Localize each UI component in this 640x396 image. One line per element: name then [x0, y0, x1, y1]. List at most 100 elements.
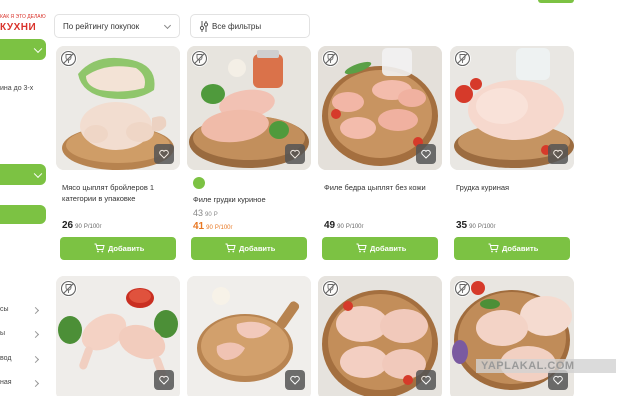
sidebar-item-label: сы: [0, 306, 9, 313]
brand-logo[interactable]: КАК Я ЭТО ДЕЛАЮ КУХНИ: [0, 6, 46, 33]
sidebar-action-button[interactable]: [0, 205, 46, 224]
heart-icon: [553, 375, 563, 385]
cart-icon: [225, 243, 236, 253]
price-unit: Р/100г: [214, 225, 233, 231]
add-to-cart-button[interactable]: Добавить: [454, 237, 570, 260]
sidebar-item-2[interactable]: ы: [0, 329, 42, 341]
heart-icon: [290, 375, 300, 385]
product-image[interactable]: [318, 276, 442, 396]
add-to-cart-button[interactable]: Добавить: [60, 237, 176, 260]
favorite-button[interactable]: [154, 144, 174, 164]
sidebar-item-4[interactable]: ная: [0, 378, 42, 390]
brand-tagline: КАК Я ЭТО ДЕЛАЮ: [0, 14, 46, 20]
heart-icon: [290, 149, 300, 159]
add-to-cart-label: Добавить: [502, 244, 539, 253]
sidebar-category-button-1[interactable]: [0, 39, 46, 60]
add-to-cart-label: Добавить: [370, 244, 407, 253]
product-image[interactable]: [56, 46, 180, 170]
sidebar-item-label: ная: [0, 379, 12, 386]
brand-name: КУХНИ: [0, 22, 37, 33]
product-image[interactable]: [318, 46, 442, 170]
no-alcohol-icon: [191, 50, 208, 67]
product-card[interactable]: Мясо цыплят бройлеров 1 категории в упак…: [56, 46, 180, 266]
product-image[interactable]: [450, 276, 574, 396]
price-integer: 26: [62, 220, 74, 231]
no-alcohol-icon: [454, 280, 471, 297]
sidebar-item-1[interactable]: сы: [0, 305, 42, 317]
sidebar-item-3[interactable]: вод: [0, 354, 42, 366]
promo-leaf-badge: [193, 177, 205, 189]
product-title[interactable]: Грудка куриная: [456, 182, 571, 193]
chevron-right-icon: [31, 306, 40, 315]
favorite-button[interactable]: [416, 370, 436, 390]
cart-icon: [94, 243, 105, 253]
favorite-button[interactable]: [548, 370, 568, 390]
price-integer: 49: [324, 220, 336, 231]
chevron-right-icon: [31, 379, 40, 388]
product-price: 35 90 Р/100г: [456, 220, 496, 231]
price-unit: Р/100г: [477, 224, 496, 230]
promo-price: 41 90 Р/100г: [193, 221, 233, 232]
product-title[interactable]: Филе бедра цыплят без кожи: [324, 182, 439, 193]
product-card[interactable]: Филе грудки куриное 43 90 Р 41 90 Р/100г Доб…: [187, 46, 311, 266]
favorite-button[interactable]: [285, 370, 305, 390]
filter-sliders-icon: [199, 21, 209, 32]
all-filters-button[interactable]: Все фильтры: [190, 14, 310, 38]
product-image[interactable]: [187, 276, 311, 396]
sort-select-value: По рейтингу покупок: [63, 22, 140, 31]
sidebar-item-label: ы: [0, 330, 6, 337]
sidebar-category-button-2[interactable]: [0, 164, 46, 185]
heart-icon: [159, 149, 169, 159]
price-fraction: 90: [337, 224, 344, 230]
sidebar-delivery-text: ина до 3-х: [0, 85, 34, 92]
product-title[interactable]: Филе грудки куриное: [193, 194, 308, 205]
product-title[interactable]: Мясо цыплят бройлеров 1 категории в упак…: [62, 182, 177, 204]
no-alcohol-icon: [322, 280, 339, 297]
old-price-unit: Р: [213, 212, 218, 218]
top-accent-tab[interactable]: [538, 0, 574, 3]
cart-icon: [488, 243, 499, 253]
price-fraction: 90: [206, 225, 213, 231]
no-alcohol-icon: [454, 50, 471, 67]
heart-icon: [421, 375, 431, 385]
product-card[interactable]: [56, 276, 180, 396]
product-card[interactable]: Филе бедра цыплят без кожи 49 90 Р/100г До…: [318, 46, 442, 266]
heart-icon: [553, 149, 563, 159]
sidebar: КАК Я ЭТО ДЕЛАЮ КУХНИ ина до 3-х сы ы во…: [0, 0, 48, 396]
all-filters-label: Все фильтры: [212, 22, 262, 31]
old-price: 43 90 Р: [193, 208, 218, 218]
cart-icon: [356, 243, 367, 253]
product-card[interactable]: [187, 276, 311, 396]
sort-select[interactable]: По рейтингу покупок: [54, 14, 180, 38]
price-fraction: 90: [75, 224, 82, 230]
favorite-button[interactable]: [154, 370, 174, 390]
old-price-integer: 43: [193, 208, 204, 218]
price-integer: 35: [456, 220, 468, 231]
sidebar-item-label: вод: [0, 355, 12, 362]
chevron-right-icon: [31, 355, 40, 364]
heart-icon: [421, 149, 431, 159]
product-card[interactable]: [450, 276, 574, 396]
watermark: YAPLAKAL.COM: [476, 359, 616, 373]
favorite-button[interactable]: [285, 144, 305, 164]
product-card[interactable]: [318, 276, 442, 396]
chevron-down-icon: [33, 44, 43, 53]
product-price: 49 90 Р/100г: [324, 220, 364, 231]
price-fraction: 90: [469, 224, 476, 230]
add-to-cart-label: Добавить: [239, 244, 276, 253]
product-card[interactable]: Грудка куриная 35 90 Р/100г Добавить: [450, 46, 574, 266]
add-to-cart-button[interactable]: Добавить: [191, 237, 307, 260]
no-alcohol-icon: [322, 50, 339, 67]
no-alcohol-icon: [60, 280, 77, 297]
heart-icon: [159, 375, 169, 385]
chevron-down-icon: [163, 21, 172, 30]
watermark-text: YAPLAKAL.COM: [481, 360, 575, 372]
price-unit: Р/100г: [83, 224, 102, 230]
product-image[interactable]: [450, 46, 574, 170]
favorite-button[interactable]: [416, 144, 436, 164]
product-image[interactable]: [56, 276, 180, 396]
product-image[interactable]: [187, 46, 311, 170]
favorite-button[interactable]: [548, 144, 568, 164]
price-unit: Р/100г: [345, 224, 364, 230]
add-to-cart-button[interactable]: Добавить: [322, 237, 438, 260]
